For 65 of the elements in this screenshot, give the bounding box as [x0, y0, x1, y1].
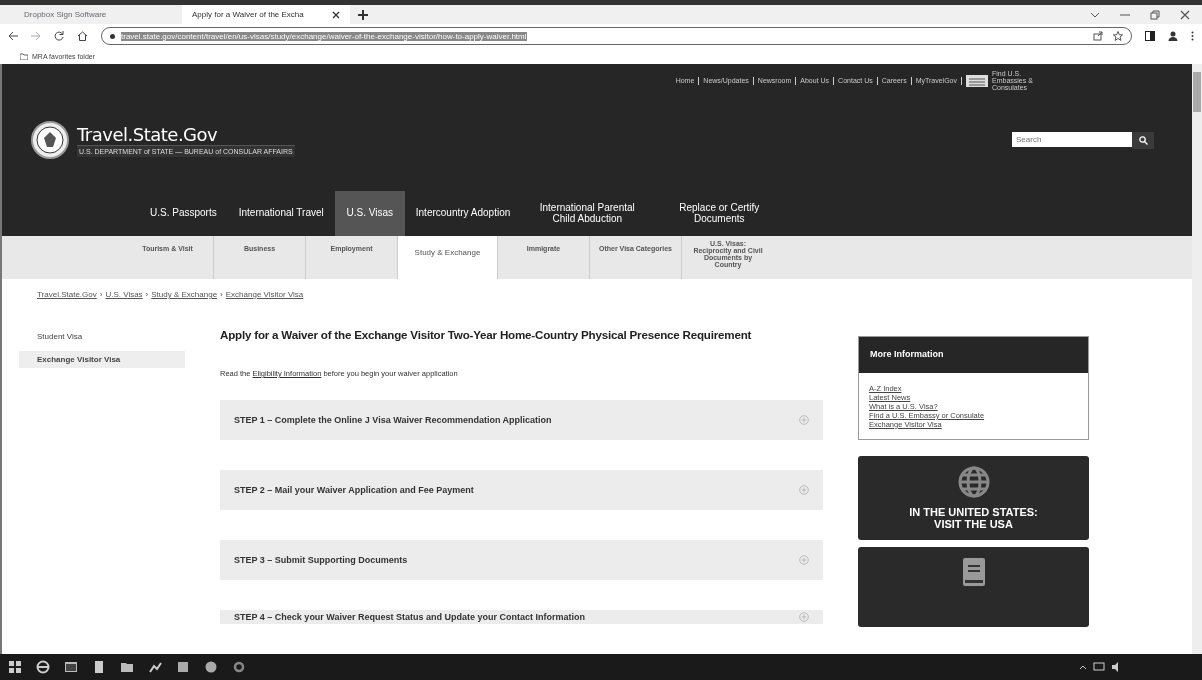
more-icon[interactable] — [1191, 31, 1194, 41]
subnav-tab[interactable]: Study & Exchange — [398, 236, 498, 279]
breadcrumb-link[interactable]: U.S. Visas — [105, 290, 143, 299]
share-icon[interactable] — [1093, 31, 1103, 41]
seal-icon — [31, 121, 69, 159]
accordion-step[interactable]: STEP 2 – Mail your Waiver Application and Fee Payment — [220, 470, 823, 510]
sidebar-item[interactable]: Student Visa — [19, 328, 185, 345]
globe-icon — [957, 466, 990, 498]
back-arrow-icon[interactable] — [8, 31, 18, 41]
breadcrumb-separator: › — [220, 290, 223, 299]
plus-icon[interactable] — [358, 9, 368, 20]
window-icon[interactable] — [64, 660, 78, 674]
nav-tab[interactable]: Replace or Certify Documents — [653, 191, 786, 236]
page-title: Apply for a Waiver of the Exchange Visitor Two-Year Home-Country Physical Presence Requirement — [220, 328, 753, 341]
app-icon[interactable] — [176, 660, 190, 674]
search-button[interactable] — [1132, 131, 1154, 149]
nav-tab[interactable]: U.S. Passports — [139, 191, 228, 236]
plus-circle-icon — [799, 485, 809, 495]
breadcrumb-link[interactable]: Travel.State.Gov — [37, 290, 97, 299]
close-icon[interactable] — [1180, 9, 1190, 20]
panel-heading: More Information — [859, 337, 1088, 373]
breadcrumb-separator: › — [145, 290, 149, 299]
chevron-down-icon[interactable] — [1090, 11, 1100, 18]
nav-tab[interactable]: Intercountry Adoption — [404, 191, 522, 236]
nav-tab[interactable]: U.S. Visas — [334, 191, 405, 236]
accordion-step[interactable]: STEP 1 – Complete the Online J Visa Waiver Recommendation Application — [220, 400, 823, 440]
promo-card[interactable]: IN THE UNITED STATES: VISIT THE USA — [858, 456, 1089, 540]
breadcrumb-link[interactable]: Exchange Visitor Visa — [225, 290, 304, 299]
chevron-up-icon[interactable] — [1079, 664, 1087, 670]
breadcrumb-link[interactable]: Study & Exchange — [151, 290, 218, 299]
plus-circle-icon — [799, 555, 809, 565]
globe-flag-icon — [966, 74, 988, 87]
nav-tab[interactable]: International Parental Child Abduction — [521, 191, 654, 236]
close-icon — [332, 10, 340, 19]
folder-icon[interactable] — [120, 660, 134, 674]
browser-tab[interactable]: Dropbox Sign Software — [14, 5, 182, 24]
folder-icon — [20, 52, 28, 60]
home-icon[interactable] — [77, 31, 88, 41]
accordion-step[interactable]: STEP 3 – Submit Supporting Documents — [220, 540, 823, 580]
breadcrumb-separator: › — [99, 290, 103, 299]
scrollbar[interactable] — [1192, 64, 1202, 654]
chart-icon[interactable] — [148, 660, 162, 674]
windows-icon[interactable] — [8, 660, 22, 674]
sidebar-icon[interactable] — [1145, 31, 1155, 41]
reload-icon[interactable] — [54, 31, 64, 41]
accordion-step[interactable]: STEP 4 – Check your Waiver Request Status and Update your Contact Information — [220, 610, 823, 624]
sidebar-item[interactable]: Exchange Visitor Visa — [19, 351, 185, 368]
url-text: travel.state.gov/content/travel/en/us-visas/study/exchange/waiver-of-the-exchange-visitor/how-to-apply-waiver.html — [121, 31, 527, 41]
promo-card[interactable] — [858, 547, 1089, 627]
book-icon — [961, 557, 986, 587]
plus-circle-icon — [799, 612, 809, 622]
network-icon[interactable] — [1093, 662, 1105, 672]
search-field[interactable]: Search — [1012, 131, 1132, 147]
profile-icon[interactable] — [1168, 31, 1178, 41]
scrollbar-thumb[interactable] — [1193, 72, 1201, 112]
site-title[interactable]: Travel.State.Gov — [77, 123, 295, 145]
card-title: IN THE UNITED STATES: VISIT THE USA — [909, 506, 1038, 530]
browser-tab[interactable]: Apply for a Waiver of the Excha — [182, 5, 350, 24]
document-icon[interactable] — [92, 660, 106, 674]
search-icon — [1138, 135, 1148, 145]
plus-circle-icon — [799, 415, 809, 425]
star-icon[interactable] — [1113, 31, 1123, 41]
restore-icon[interactable] — [1150, 9, 1160, 20]
nav-tab[interactable]: International Travel — [227, 191, 335, 236]
info-dot-icon — [110, 33, 115, 39]
